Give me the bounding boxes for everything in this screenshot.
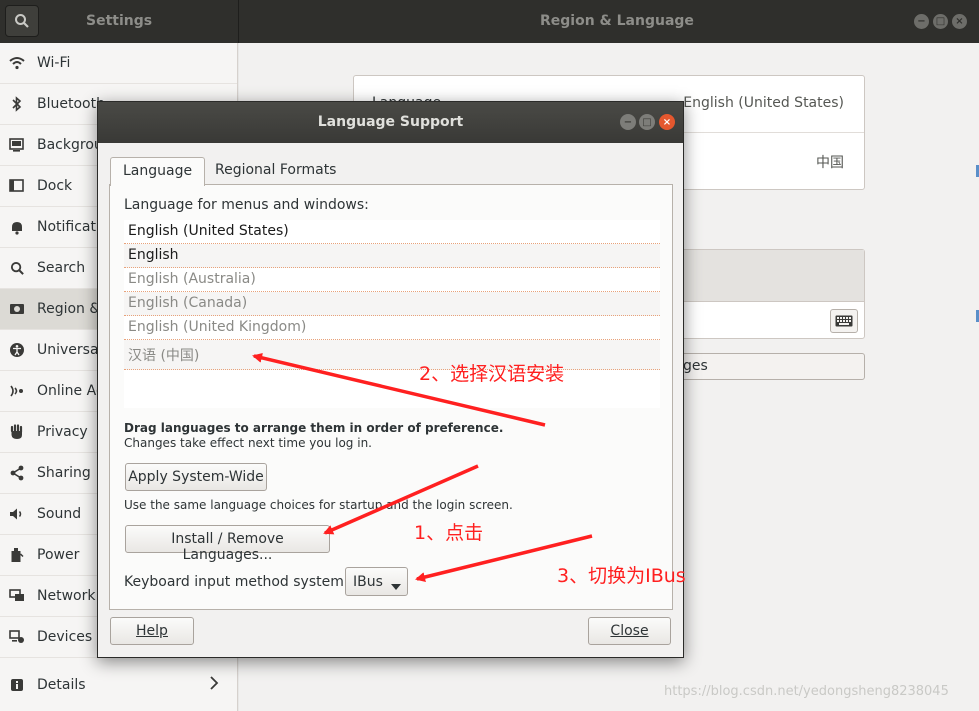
tab-language[interactable]: Language bbox=[110, 157, 206, 186]
search-icon bbox=[15, 14, 29, 28]
headerbar-separator bbox=[238, 0, 239, 43]
chevron-right-icon bbox=[209, 675, 219, 694]
close-label: Close bbox=[610, 623, 649, 639]
maximize-icon: □ bbox=[935, 16, 946, 27]
formats-row-value: 中国 bbox=[816, 155, 844, 171]
list-item[interactable]: English (United States) bbox=[124, 220, 660, 244]
annotation-step2: 2、选择汉语安装 bbox=[419, 363, 565, 385]
share-icon bbox=[9, 465, 25, 481]
keyboard-input-label: Keyboard input method system: bbox=[124, 574, 349, 590]
app-title: Settings bbox=[86, 13, 153, 29]
sidebar-item-label: Devices bbox=[37, 629, 93, 645]
region-icon bbox=[9, 301, 25, 317]
sidebar-item-details[interactable]: Details bbox=[0, 658, 237, 711]
sidebar-item-label: Sound bbox=[37, 506, 82, 522]
close-button[interactable]: Close bbox=[588, 617, 671, 645]
list-item[interactable]: English (Canada) bbox=[124, 292, 660, 316]
tab-regional-formats[interactable]: Regional Formats bbox=[203, 157, 348, 185]
dialog-title: Language Support bbox=[317, 114, 464, 130]
language-tab-panel: Language for menus and windows: English … bbox=[109, 184, 673, 610]
keyboard-input-method-select[interactable]: IBus bbox=[345, 567, 408, 596]
dialog-titlebar[interactable]: Language Support − □ × bbox=[98, 102, 683, 143]
maximize-button[interactable]: □ bbox=[933, 14, 948, 29]
help-button[interactable]: Help bbox=[110, 617, 194, 645]
background-icon bbox=[9, 137, 25, 153]
sidebar-item-label: Search bbox=[37, 260, 86, 276]
settings-headerbar: Settings Region & Language − □ × bbox=[0, 0, 979, 43]
power-icon bbox=[9, 547, 25, 563]
list-item[interactable]: English (United Kingdom) bbox=[124, 316, 660, 340]
search-button[interactable] bbox=[5, 5, 39, 37]
close-icon: × bbox=[955, 16, 964, 27]
help-label: Help bbox=[136, 623, 168, 639]
minimize-icon: − bbox=[917, 16, 926, 27]
sidebar-item-label: Sharing bbox=[37, 465, 91, 481]
annotation-step1: 1、点击 bbox=[414, 522, 484, 544]
bluetooth-icon bbox=[9, 96, 25, 112]
sidebar-item-label: Wi-Fi bbox=[37, 55, 71, 71]
sidebar-item-label: Details bbox=[37, 676, 86, 693]
sidebar-item-label: Power bbox=[37, 547, 80, 563]
online-accounts-icon bbox=[9, 383, 25, 399]
annotation-step3: 3、切换为IBus bbox=[557, 565, 686, 587]
effect-note: Changes take effect next time you log in… bbox=[124, 436, 372, 450]
drag-note: Drag languages to arrange them in order … bbox=[124, 421, 504, 435]
dock-icon bbox=[9, 178, 25, 194]
language-list[interactable]: English (United States) English English … bbox=[124, 220, 660, 408]
install-remove-languages-button[interactable]: Install / Remove Languages... bbox=[125, 525, 330, 563]
close-window-button[interactable]: × bbox=[952, 14, 967, 29]
sidebar-item-label: Network bbox=[37, 588, 96, 604]
keyboard-icon bbox=[835, 315, 853, 327]
sidebar-item-label: Dock bbox=[37, 178, 73, 194]
devices-icon bbox=[9, 629, 25, 645]
language-row-value: English (United States) bbox=[683, 95, 844, 111]
close-icon: × bbox=[662, 116, 672, 128]
network-icon bbox=[9, 588, 25, 604]
hand-icon bbox=[9, 424, 25, 440]
list-item[interactable]: 汉语 (中国) bbox=[124, 340, 660, 370]
same-note: Use the same language choices for startu… bbox=[124, 498, 513, 512]
wifi-icon bbox=[9, 55, 25, 71]
menus-label: Language for menus and windows: bbox=[124, 197, 369, 213]
dropdown-arrow-icon bbox=[391, 578, 401, 594]
dialog-maximize-button[interactable]: □ bbox=[639, 114, 655, 130]
sidebar-item-wifi[interactable]: Wi-Fi bbox=[0, 43, 237, 84]
keyboard-input-value: IBus bbox=[353, 574, 383, 590]
panel-title: Region & Language bbox=[540, 13, 694, 29]
keyboard-layout-button[interactable] bbox=[830, 309, 858, 333]
accessibility-icon bbox=[9, 342, 25, 358]
info-icon bbox=[9, 677, 25, 693]
apply-system-wide-button[interactable]: Apply System-Wide bbox=[125, 463, 267, 491]
sidebar-item-label: Privacy bbox=[37, 424, 88, 440]
list-item[interactable]: English bbox=[124, 244, 660, 268]
watermark: https://blog.csdn.net/yedongsheng8238045 bbox=[664, 684, 949, 699]
speaker-icon bbox=[9, 506, 25, 522]
maximize-icon: □ bbox=[642, 116, 652, 128]
dialog-close-button[interactable]: × bbox=[659, 114, 675, 130]
list-item[interactable]: English (Australia) bbox=[124, 268, 660, 292]
minimize-button[interactable]: − bbox=[914, 14, 929, 29]
dialog-minimize-button[interactable]: − bbox=[620, 114, 636, 130]
bell-icon bbox=[9, 219, 25, 235]
search-icon bbox=[9, 260, 25, 276]
minimize-icon: − bbox=[623, 116, 633, 128]
sidebar-item-label: Bluetooth bbox=[37, 96, 105, 112]
